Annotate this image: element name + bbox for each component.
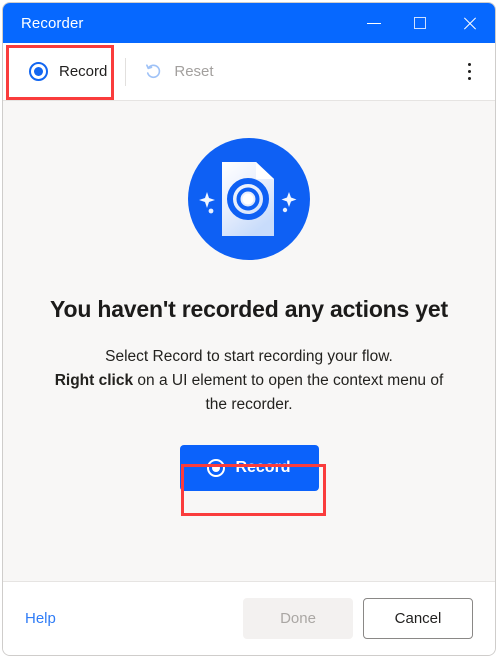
reset-icon [146,64,161,79]
footer-bar: Help Done Cancel [3,581,495,655]
record-icon [29,62,48,81]
toolbar-record-button[interactable]: Record [15,52,121,92]
document-record-icon [199,162,297,236]
title-bar: Recorder [3,3,495,43]
minimize-button[interactable] [351,3,397,43]
toolbar-record-label: Record [59,63,108,80]
cancel-button[interactable]: Cancel [363,598,473,639]
window-title: Recorder [21,14,84,32]
toolbar-reset-button[interactable]: Reset [130,52,227,92]
maximize-icon [414,17,426,29]
maximize-button[interactable] [397,3,443,43]
done-button[interactable]: Done [243,598,353,639]
kebab-dot [467,69,471,74]
primary-record-label: Record [235,459,291,476]
close-button[interactable] [443,3,495,43]
window-controls [351,3,495,43]
kebab-dot [467,76,471,81]
primary-record-button[interactable]: Record [179,445,319,491]
toolbar-reset-label: Reset [174,63,214,80]
recorder-window: Recorder Record Reset You haven't record… [2,2,496,656]
footer-actions: Done Cancel [243,598,473,639]
toolbar-separator [125,57,127,86]
record-icon [207,459,226,477]
minimize-icon [367,22,381,24]
empty-state-illustration [188,138,310,260]
empty-state-panel: You haven't recorded any actions yet Sel… [3,101,495,581]
kebab-dot [467,62,471,67]
help-link[interactable]: Help [25,610,56,627]
close-icon [462,16,477,31]
description-line-1: Select Record to start recording your fl… [105,348,393,365]
page-title: You haven't recorded any actions yet [50,296,448,322]
toolbar: Record Reset [3,43,495,101]
record-icon-dot [34,67,43,76]
empty-state-description: Select Record to start recording your fl… [49,345,449,417]
description-bold-phrase: Right click [54,372,134,389]
more-options-button[interactable] [462,55,478,89]
record-icon-dot [212,464,221,472]
description-line-2: on a UI element to open the context menu… [133,372,444,413]
